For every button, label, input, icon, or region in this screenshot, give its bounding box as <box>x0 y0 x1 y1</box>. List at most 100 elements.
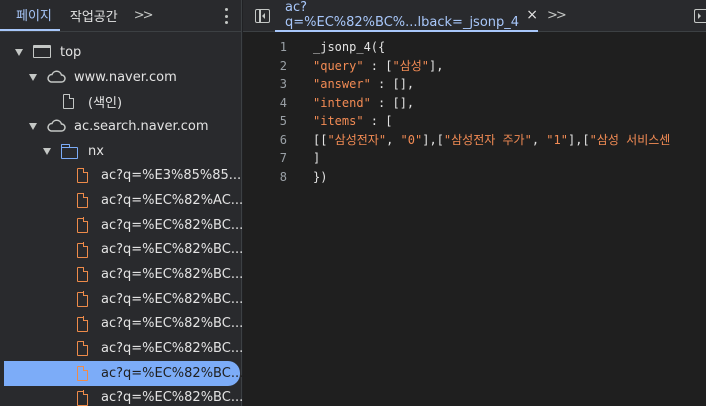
document-icon <box>77 192 89 209</box>
document-icon <box>77 316 89 332</box>
code-text: : [ <box>363 59 393 74</box>
tree-item-file[interactable]: ac?q=%EC%82%BC... <box>0 238 244 263</box>
tree-item-top[interactable]: top <box>0 40 241 65</box>
tree-item-label: www.naver.com <box>74 69 177 85</box>
close-tab-button[interactable]: × <box>526 7 538 23</box>
code-line: 3 "answer" : [], <box>243 75 706 94</box>
code-text: ],[ <box>422 133 444 148</box>
cloud-icon <box>47 119 66 132</box>
line-number: 5 <box>279 114 287 129</box>
code-line: 2 "query" : ["삼성"], <box>243 57 706 76</box>
tree-item-label: ac?q=%E3%85%85... <box>101 168 242 184</box>
tree-item-label: ac?q=%EC%82%BC... <box>101 341 244 357</box>
code-string: "삼성전자" <box>327 133 387 148</box>
more-tabs-button[interactable]: >> <box>126 0 158 31</box>
code-line: 6 [["삼성전자", "0"],["삼성전자 주가", "1"],["삼성 서… <box>243 131 706 150</box>
tree-item-domain[interactable]: ac.search.naver.com <box>0 114 241 139</box>
tree-item-label: ac?q=%EC%82%BC... <box>101 217 244 233</box>
code-line: 8 }) <box>243 168 706 187</box>
cloud-icon <box>47 70 66 83</box>
tree-item-file-selected[interactable]: ac?q=%EC%82%BC... <box>4 360 244 386</box>
code-string: "0" <box>400 133 423 148</box>
line-number: 6 <box>279 132 287 147</box>
tab-workspace[interactable]: 작업공간 <box>60 0 126 31</box>
code-text: }) <box>313 169 328 184</box>
document-icon <box>77 340 89 357</box>
tree-item-file[interactable]: ac?q=%EC%82%AC... <box>0 188 244 213</box>
code-text: : [ <box>363 114 393 129</box>
document-icon <box>77 266 89 283</box>
tree-item-file[interactable]: ac?q=%EC%82%BC... <box>0 386 244 406</box>
line-number: 4 <box>279 95 287 110</box>
tree-item-label: nx <box>88 143 104 159</box>
code-text: : [], <box>370 95 415 110</box>
line-number: 8 <box>279 169 287 184</box>
code-line: 4 "intend" : [], <box>243 94 706 113</box>
editor-panel: ac?q=%EC%82%BC%...lback=_jsonp_4 × >> 1 … <box>243 0 706 406</box>
code-string: "삼성전자 주가" <box>443 133 532 148</box>
code-text: , <box>531 133 547 148</box>
code-line: 5 "items" : [ <box>243 112 706 131</box>
document-icon <box>77 291 89 307</box>
tree-item-file[interactable]: ac?q=%EC%82%BC... <box>0 312 244 337</box>
navigator-panel: 페이지 작업공간 >> top www.naver.com (색인) ac.se… <box>0 0 244 406</box>
tree-item-file[interactable]: ac?q=%EC%82%BC... <box>0 336 244 361</box>
tree-item-folder[interactable]: nx <box>0 139 241 164</box>
document-icon <box>77 390 89 406</box>
code-text: ],[ <box>567 133 590 148</box>
tree-item-file[interactable]: ac?q=%E3%85%85... <box>0 163 241 188</box>
document-icon <box>77 168 89 184</box>
code-text: [[ <box>313 133 328 148</box>
tree-item-label: ac?q=%EC%82%BC... <box>101 365 244 381</box>
folder-icon <box>60 143 78 159</box>
toggle-navigator-icon[interactable] <box>255 9 270 23</box>
code-string: "answer" <box>313 77 371 92</box>
tree-item-label: ac?q=%EC%82%BC... <box>101 291 244 307</box>
expand-triangle-icon[interactable] <box>43 147 51 155</box>
tree-item-domain[interactable]: www.naver.com <box>0 65 241 90</box>
tab-pages[interactable]: 페이지 <box>0 0 60 31</box>
code-string: "삼성" <box>392 59 430 74</box>
code-line: 1 _jsonp_4({ <box>243 38 706 57</box>
code-string: "1" <box>546 133 568 148</box>
tree-item-file[interactable]: ac?q=%EC%82%BC... <box>0 262 244 287</box>
line-number: 7 <box>279 151 287 166</box>
window-icon <box>33 45 51 58</box>
document-icon <box>63 93 75 110</box>
code-string: "items" <box>313 114 364 129</box>
tree-item-file[interactable]: ac?q=%EC%82%BC... <box>0 287 244 312</box>
document-icon <box>77 365 89 381</box>
line-number: 2 <box>279 58 287 73</box>
tree-item-file[interactable]: ac?q=%EC%82%BC... <box>0 213 244 238</box>
page-tree: top www.naver.com (색인) ac.search.naver.c… <box>0 32 244 406</box>
more-tabs-button[interactable]: >> <box>547 8 567 23</box>
code-text: ] <box>313 151 321 166</box>
editor-tabs: ac?q=%EC%82%BC%...lback=_jsonp_4 × >> <box>243 0 706 32</box>
document-icon <box>77 217 89 233</box>
tree-item-label: ac?q=%EC%82%BC... <box>101 316 244 332</box>
toggle-debugger-icon[interactable] <box>694 9 706 23</box>
expand-triangle-icon[interactable] <box>29 123 37 131</box>
tree-item-label: top <box>60 44 82 60</box>
tab-file[interactable]: ac?q=%EC%82%BC%...lback=_jsonp_4 × <box>275 0 538 32</box>
tree-item-label: ac?q=%EC%82%BC... <box>101 390 244 406</box>
tree-item-label: ac?q=%EC%82%BC... <box>101 267 244 283</box>
tree-item-label: (색인) <box>88 96 123 112</box>
code-string: "삼성 서비스센 <box>589 133 671 148</box>
tree-item-file[interactable]: (색인) <box>0 89 241 114</box>
kebab-menu-icon[interactable] <box>225 8 229 24</box>
code-editor[interactable]: 1 _jsonp_4({ 2 "query" : ["삼성"], 3 "answ… <box>243 38 706 186</box>
expand-triangle-icon[interactable] <box>15 49 23 56</box>
code-text: _jsonp_4({ <box>313 40 386 55</box>
code-text: ], <box>429 59 444 74</box>
tree-item-label: ac?q=%EC%82%BC... <box>101 242 244 258</box>
code-text: : [], <box>370 77 415 92</box>
navigator-tabs: 페이지 작업공간 >> <box>0 0 241 32</box>
expand-triangle-icon[interactable] <box>29 73 37 81</box>
code-string: "query" <box>313 59 364 74</box>
code-line: 7 ] <box>243 149 706 168</box>
tab-file-label: ac?q=%EC%82%BC%...lback=_jsonp_4 <box>285 0 520 30</box>
code-string: "intend" <box>313 95 371 110</box>
tree-item-label: ac?q=%EC%82%AC... <box>101 192 244 208</box>
code-text: , <box>386 133 401 148</box>
